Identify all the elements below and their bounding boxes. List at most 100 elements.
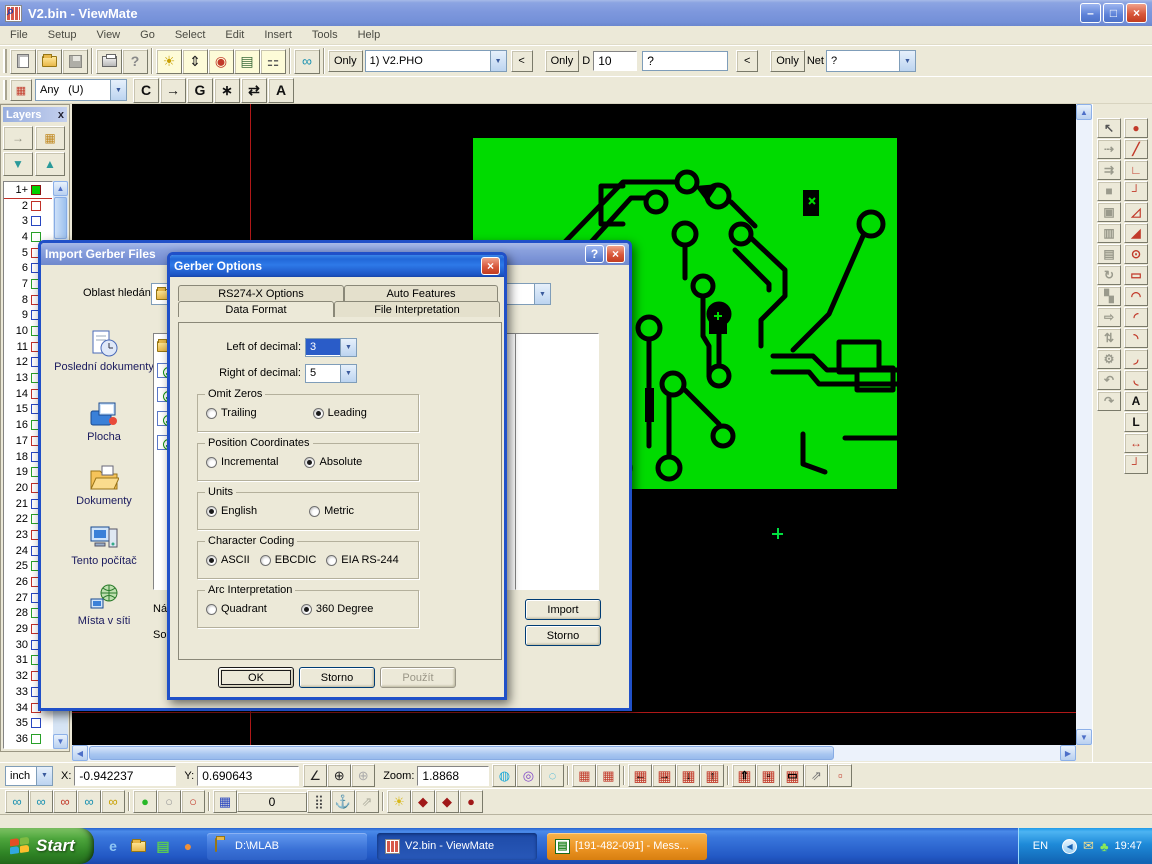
restore-button[interactable]: □ xyxy=(1103,3,1124,23)
zoom-grid-area-button[interactable]: ▦▭ xyxy=(780,764,804,787)
radio-quadrant[interactable] xyxy=(206,604,217,615)
aperture-c-tool[interactable]: C xyxy=(133,78,159,103)
gerber-dialog-titlebar[interactable]: Gerber Options × xyxy=(170,255,504,277)
tab-data-format[interactable]: Data Format xyxy=(178,301,334,317)
right-of-decimal-combo[interactable]: 5 ▼ xyxy=(305,364,357,383)
draw-polyline-button[interactable]: ∟ xyxy=(1124,160,1148,180)
prev-net-button[interactable]: < xyxy=(736,50,758,72)
draw-circle-button[interactable]: ⊙ xyxy=(1124,244,1148,264)
tab-file-interpretation[interactable]: File Interpretation xyxy=(334,301,500,317)
pan-up-button[interactable]: ▦↑ xyxy=(700,764,724,787)
draw-text-button[interactable]: A xyxy=(1124,391,1148,411)
menu-edit[interactable]: Edit xyxy=(215,27,254,43)
horizontal-scrollbar[interactable]: ◀ ▶ xyxy=(72,745,1076,761)
preview-list[interactable] xyxy=(515,333,599,590)
radio-trailing[interactable] xyxy=(206,408,217,419)
pan-down-button[interactable]: ▦↓ xyxy=(676,764,700,787)
rotate-button[interactable]: ↻ xyxy=(1097,265,1121,285)
mirror-horizontal-button[interactable]: ▤ xyxy=(1097,244,1121,264)
import-button[interactable]: Import xyxy=(525,599,601,620)
draw-pad-button[interactable]: ● xyxy=(1124,118,1148,138)
new-file-button[interactable] xyxy=(10,49,36,74)
layer-color-box[interactable] xyxy=(31,201,41,211)
menu-tools[interactable]: Tools xyxy=(302,27,348,43)
browse-glasses-button[interactable]: ∞ xyxy=(294,49,320,74)
close-button[interactable]: × xyxy=(1126,3,1147,23)
only-dcode-button[interactable]: Only xyxy=(545,50,580,72)
layer-color-box[interactable] xyxy=(31,734,41,744)
grid-step-field[interactable]: 0 xyxy=(237,792,307,812)
scroll-up-icon[interactable]: ▲ xyxy=(1076,104,1092,120)
aperture-filter-button[interactable]: ▦ xyxy=(10,79,32,101)
menu-insert[interactable]: Insert xyxy=(254,27,302,43)
layer-move-up-button[interactable]: ▲ xyxy=(35,152,65,176)
radio-leading[interactable] xyxy=(313,408,324,419)
snap-vector-button[interactable]: ⇗ xyxy=(355,790,379,813)
start-button[interactable]: Start xyxy=(0,828,94,864)
language-indicator[interactable]: EN xyxy=(1025,840,1056,852)
aperture-selector-combo[interactable]: Any (U) ▼ xyxy=(35,79,127,101)
tray-message-icon[interactable]: ✉ xyxy=(1083,838,1094,854)
ie-icon[interactable]: e xyxy=(104,837,122,855)
pan-left-button[interactable]: ▦← xyxy=(628,764,652,787)
save-file-button[interactable] xyxy=(62,49,88,74)
scroll-up-icon[interactable]: ▲ xyxy=(53,181,68,196)
scroll-down-icon[interactable]: ▼ xyxy=(53,734,68,749)
zoom-grid-button[interactable]: ▦▫ xyxy=(756,764,780,787)
layer-color-box[interactable] xyxy=(31,185,41,195)
view-lines-button[interactable]: ∞ xyxy=(29,790,53,813)
net-combo[interactable]: ? ▼ xyxy=(826,50,916,72)
scroll-down-icon[interactable]: ▼ xyxy=(1076,729,1092,745)
radio-absolute[interactable] xyxy=(304,457,315,468)
film-box-button[interactable]: ▦ xyxy=(572,764,596,787)
flash-highlight-button[interactable]: ☀ xyxy=(156,49,182,74)
radio-ascii[interactable] xyxy=(206,555,217,566)
taskbar-task[interactable]: V2.bin - ViewMate xyxy=(377,833,537,860)
close-icon[interactable]: × xyxy=(481,257,500,275)
draw-label-button[interactable]: L xyxy=(1124,412,1148,432)
menu-setup[interactable]: Setup xyxy=(38,27,87,43)
tray-icq-icon[interactable]: ♣ xyxy=(1100,839,1109,854)
zoom-window-button[interactable]: ◎ xyxy=(516,764,540,787)
select-area-button[interactable]: ▫ xyxy=(828,764,852,787)
grid-dots-button[interactable]: ⣿ xyxy=(307,790,331,813)
aperture-gap-tool[interactable]: ⇄ xyxy=(241,78,267,103)
chevron-down-icon[interactable]: ▼ xyxy=(490,51,506,71)
draw-corner2-button[interactable]: ┘ xyxy=(1124,454,1148,474)
only-net-button[interactable]: Only xyxy=(770,50,805,72)
view-sketch-button[interactable]: ∞ xyxy=(101,790,125,813)
flash-mode-button[interactable]: ☀ xyxy=(387,790,411,813)
help-icon[interactable]: ? xyxy=(585,245,604,263)
undo-button[interactable]: ↶ xyxy=(1097,370,1121,390)
dcode-filter-input[interactable]: ? xyxy=(642,51,728,71)
import-cancel-button[interactable]: Storno xyxy=(525,625,601,646)
grid-toggle-button[interactable]: ▦ xyxy=(596,764,620,787)
menu-file[interactable]: File xyxy=(0,27,38,43)
draw-line-button[interactable]: ╱ xyxy=(1124,139,1148,159)
chevron-down-icon[interactable]: ▼ xyxy=(110,80,126,100)
pan-right-button[interactable]: ▦→ xyxy=(652,764,676,787)
view-filled-button[interactable]: ∞ xyxy=(53,790,77,813)
radio-eia-rs-244[interactable] xyxy=(326,555,337,566)
scroll-thumb[interactable] xyxy=(54,197,67,239)
layer-row[interactable]: 3 xyxy=(4,213,52,229)
measure-move-button[interactable]: ⇗ xyxy=(804,764,828,787)
chevron-down-icon[interactable]: ▼ xyxy=(340,365,356,382)
step-repeat-button[interactable]: ⇅ xyxy=(1097,328,1121,348)
open-file-button[interactable] xyxy=(36,49,62,74)
layer-insert-button[interactable]: → xyxy=(3,126,33,150)
tab-auto-features[interactable]: Auto Features xyxy=(344,285,498,301)
draw-rectangle-button[interactable]: ▭ xyxy=(1124,265,1148,285)
pad-mode-button[interactable]: ◆ xyxy=(411,790,435,813)
toolbar-grip[interactable] xyxy=(3,49,7,73)
origin-target-button[interactable]: ⊕ xyxy=(327,764,351,787)
mirror-vertical-button[interactable]: ▥ xyxy=(1097,223,1121,243)
taskbar-task[interactable]: ▤[191-482-091] - Mess... xyxy=(547,833,707,860)
options-cancel-button[interactable]: Storno xyxy=(299,667,375,688)
radio-incremental[interactable] xyxy=(206,457,217,468)
aperture-connect-tool[interactable]: → xyxy=(160,78,186,103)
menu-view[interactable]: View xyxy=(86,27,130,43)
scroll-right-icon[interactable]: ▶ xyxy=(1060,745,1076,761)
dcode-pad-button[interactable]: ◉ xyxy=(208,49,234,74)
draw-curve-button[interactable]: ◞ xyxy=(1124,349,1148,369)
